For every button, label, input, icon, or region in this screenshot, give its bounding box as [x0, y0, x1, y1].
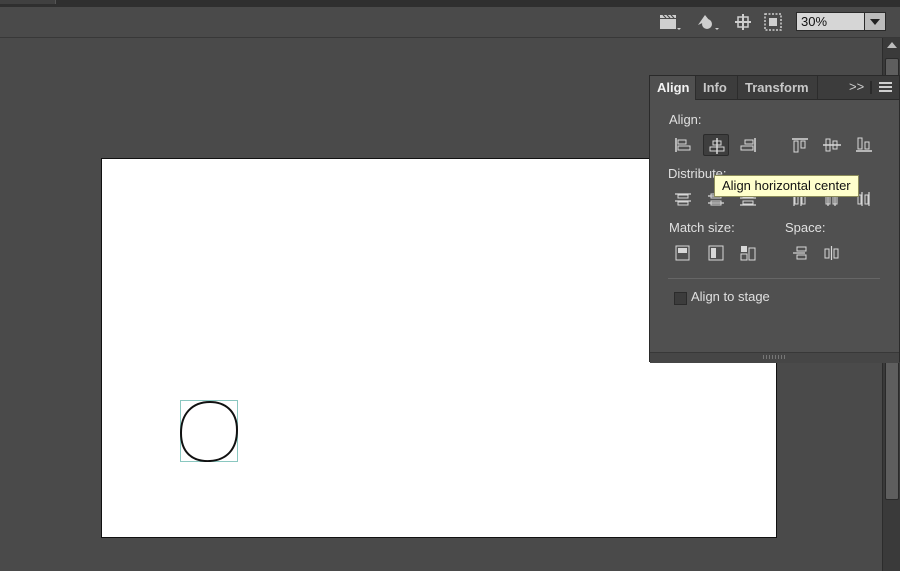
collapse-panel-icon[interactable]: >>	[849, 79, 864, 94]
panel-grip	[870, 81, 872, 94]
align-horizontal-center-button[interactable]	[703, 134, 729, 156]
match-height-icon	[708, 245, 724, 261]
edit-symbols-icon[interactable]	[695, 11, 719, 33]
tab-transform[interactable]: Transform	[738, 76, 818, 99]
match-width-and-height-icon	[740, 246, 756, 261]
resize-grip-icon	[763, 355, 785, 359]
align-bottom-edge-icon	[856, 137, 872, 152]
align-left-edge-icon	[675, 138, 691, 152]
align-top-edge-icon	[792, 138, 808, 153]
align-bottom-edge-button[interactable]	[851, 134, 877, 156]
edit-bar: 30%	[0, 7, 900, 38]
panel-tab-bar: Align Info Transform >>	[650, 76, 899, 100]
clip-content-icon[interactable]	[762, 11, 786, 33]
align-horizontal-center-icon	[709, 138, 725, 154]
align-label: Align:	[669, 112, 702, 127]
edit-scene-icon[interactable]	[658, 11, 682, 33]
align-left-edge-button[interactable]	[670, 134, 696, 156]
match-width-and-height-button[interactable]	[735, 242, 761, 264]
align-to-stage-checkbox[interactable]	[674, 292, 687, 305]
tab-align[interactable]: Align	[650, 76, 696, 100]
align-right-edge-icon	[740, 138, 756, 152]
align-vertical-center-button[interactable]	[819, 134, 845, 156]
scroll-up-icon[interactable]	[887, 42, 897, 48]
panel-divider	[668, 278, 880, 279]
window-top-strip	[0, 0, 900, 7]
align-panel: Align Info Transform >> Align: Distribut…	[649, 75, 900, 363]
space-evenly-horizontally-icon	[824, 246, 839, 260]
space-evenly-vertically-button[interactable]	[787, 242, 813, 264]
panel-menu-icon[interactable]	[879, 82, 892, 93]
panel-resize-bar[interactable]	[650, 352, 899, 363]
document-tab-stub[interactable]	[0, 0, 56, 4]
match-size-label: Match size:	[669, 220, 735, 235]
distribute-top-edge-button[interactable]	[670, 188, 696, 210]
zoom-select[interactable]: 30%	[796, 12, 886, 31]
snap-to-object-icon[interactable]	[732, 11, 756, 33]
match-width-icon	[675, 245, 690, 261]
match-height-button[interactable]	[703, 242, 729, 264]
space-label: Space:	[785, 220, 826, 235]
tab-info[interactable]: Info	[696, 76, 738, 99]
align-to-stage-label: Align to stage	[691, 289, 770, 304]
space-evenly-horizontally-button[interactable]	[819, 242, 845, 264]
match-width-button[interactable]	[670, 242, 696, 264]
align-top-edge-button[interactable]	[787, 134, 813, 156]
zoom-value: 30%	[801, 14, 828, 29]
tooltip: Align horizontal center	[714, 175, 859, 197]
align-right-edge-button[interactable]	[735, 134, 761, 156]
circle-shape[interactable]	[180, 400, 238, 462]
distribute-top-edge-icon	[675, 193, 691, 206]
zoom-dropdown-icon[interactable]	[864, 13, 885, 30]
space-evenly-vertically-icon	[793, 246, 807, 260]
align-vertical-center-icon	[823, 138, 841, 152]
